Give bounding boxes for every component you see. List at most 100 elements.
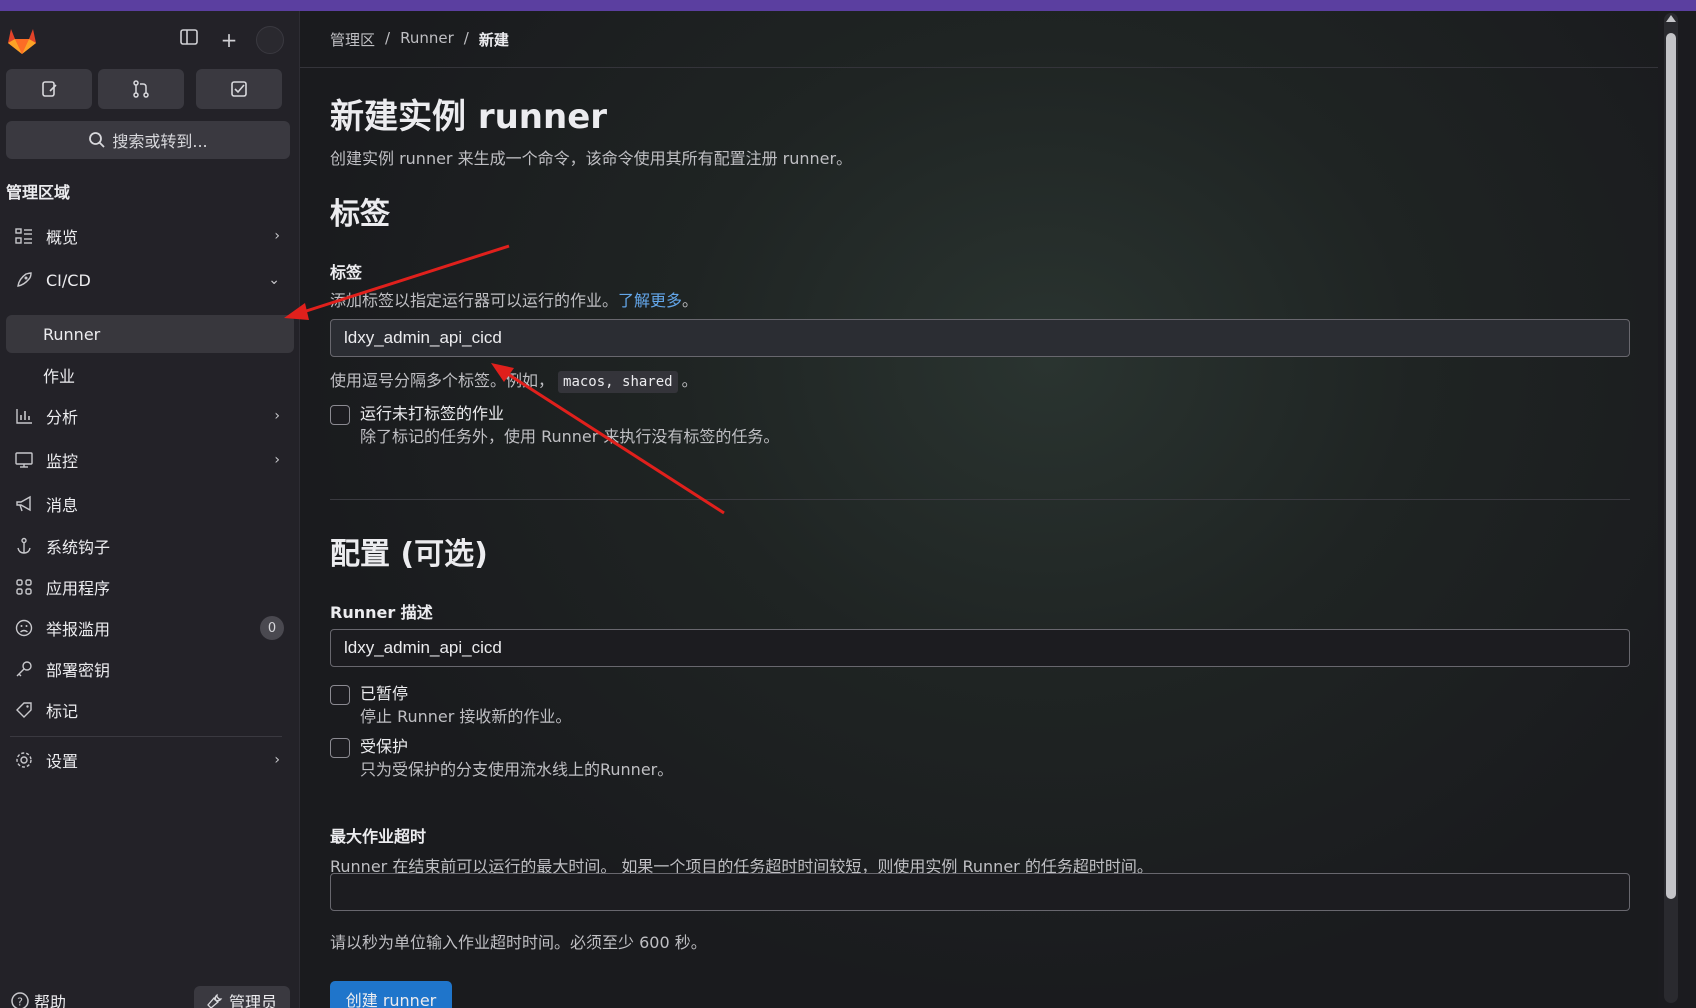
scroll-up-icon[interactable] xyxy=(1666,15,1676,22)
chevron-right-icon: › xyxy=(274,752,280,768)
avatar[interactable] xyxy=(256,26,284,54)
sidebar-item-cicd[interactable]: CI/CD ⌄ xyxy=(6,261,294,299)
run-untagged-option: 运行未打标签的作业 除了标记的任务外，使用 Runner 来执行没有标签的任务。 xyxy=(330,403,779,449)
breadcrumb-current: 新建 xyxy=(478,31,509,49)
sidebar-item-monitoring[interactable]: 监控 › xyxy=(6,441,294,479)
rocket-icon xyxy=(10,270,38,290)
tags-label: 标签 xyxy=(330,263,363,282)
sidebar-item-label: 作业 xyxy=(43,367,76,386)
protected-option: 受保护 只为受保护的分支使用流水线上的Runner。 xyxy=(330,736,673,782)
main-content: 管理区 / Runner / 新建 新建实例 runner 创建实例 runne… xyxy=(300,11,1658,1008)
sidebar-item-applications[interactable]: 应用程序 xyxy=(6,568,294,606)
run-untagged-description: 除了标记的任务外，使用 Runner 来执行没有标签的任务。 xyxy=(360,427,780,446)
sidebar-item-deploy-keys[interactable]: 部署密钥 xyxy=(6,650,294,688)
page-description: 创建实例 runner 来生成一个命令，该命令使用其所有配置注册 runner。 xyxy=(330,149,853,168)
section-divider xyxy=(330,499,1630,500)
search-icon xyxy=(89,132,105,148)
tags-hint-text: 使用逗号分隔多个标签。例如， xyxy=(330,371,555,390)
count-badge: 0 xyxy=(260,616,284,640)
sidebar-item-label: 举报滥用 xyxy=(46,620,111,639)
issues-button[interactable] xyxy=(6,69,92,109)
max-timeout-input[interactable] xyxy=(330,873,1630,911)
sidebar-item-label: 概览 xyxy=(46,228,79,247)
sidebar-item-label: 消息 xyxy=(46,496,79,515)
tags-help-end: 。 xyxy=(682,291,699,310)
create-new-icon[interactable]: + xyxy=(216,27,242,53)
scrollbar-thumb[interactable] xyxy=(1666,33,1676,899)
paused-option: 已暂停 停止 Runner 接收新的作业。 xyxy=(330,683,571,729)
help-label: 帮助 xyxy=(34,993,67,1008)
page-title: 新建实例 runner xyxy=(330,97,608,137)
todos-button[interactable] xyxy=(196,69,282,109)
paused-title: 已暂停 xyxy=(360,684,409,703)
admin-label: 管理员 xyxy=(228,993,277,1008)
sidebar-heading: 管理区域 xyxy=(6,183,71,202)
breadcrumb-item-runner[interactable]: Runner xyxy=(400,29,454,50)
help-button[interactable]: ? 帮助 xyxy=(10,989,66,1008)
sidebar-item-label: Runner xyxy=(43,324,101,344)
abuse-icon xyxy=(10,618,38,638)
chevron-right-icon: › xyxy=(274,228,280,244)
sidebar-item-label: CI/CD xyxy=(46,270,91,290)
max-timeout-label: 最大作业超时 xyxy=(330,827,427,846)
runner-description-label: Runner 描述 xyxy=(330,603,433,622)
breadcrumb-item-admin[interactable]: 管理区 xyxy=(330,29,375,50)
breadcrumb-separator: / xyxy=(385,29,391,47)
protected-title: 受保护 xyxy=(360,737,409,756)
sidebar-item-label: 监控 xyxy=(46,452,79,471)
runner-description-input[interactable] xyxy=(330,629,1630,667)
merge-requests-button[interactable] xyxy=(98,69,184,109)
tags-help-text: 添加标签以指定运行器可以运行的作业。 xyxy=(330,291,619,310)
search-button[interactable]: 搜索或转到... xyxy=(6,121,290,159)
sidebar: + 搜索或转到... 管理区域 概览 › CI/CD ⌄ Runner 作业 分… xyxy=(0,11,300,1008)
sidebar-item-label: 标记 xyxy=(46,702,79,721)
sidebar-item-label: 系统钩子 xyxy=(46,538,111,557)
key-icon xyxy=(10,659,38,679)
paused-description: 停止 Runner 接收新的作业。 xyxy=(360,707,572,726)
gitlab-logo-icon[interactable] xyxy=(6,25,38,55)
admin-button[interactable]: 管理员 xyxy=(194,986,290,1008)
anchor-icon xyxy=(10,536,38,556)
sidebar-item-system-hooks[interactable]: 系统钩子 xyxy=(6,527,294,565)
tags-hint-end: 。 xyxy=(681,371,698,390)
scrollbar[interactable] xyxy=(1658,11,1696,1008)
run-untagged-title: 运行未打标签的作业 xyxy=(360,404,505,423)
sidebar-item-jobs[interactable]: 作业 xyxy=(6,356,294,394)
config-section-heading: 配置 (可选) xyxy=(330,537,488,572)
settings-icon xyxy=(10,750,38,770)
paused-checkbox[interactable] xyxy=(330,685,350,705)
chart-icon xyxy=(10,406,38,426)
sidebar-item-analytics[interactable]: 分析 › xyxy=(6,397,294,435)
sidebar-divider xyxy=(10,736,282,737)
run-untagged-checkbox[interactable] xyxy=(330,405,350,425)
sidebar-item-label: 部署密钥 xyxy=(46,661,111,680)
megaphone-icon xyxy=(10,494,38,514)
sidebar-item-labels[interactable]: 标记 xyxy=(6,691,294,729)
sidebar-item-abuse-reports[interactable]: 举报滥用 0 xyxy=(6,609,294,647)
sidebar-item-label: 应用程序 xyxy=(46,579,111,598)
tags-section-heading: 标签 xyxy=(330,197,390,232)
protected-checkbox[interactable] xyxy=(330,738,350,758)
sidebar-item-messages[interactable]: 消息 xyxy=(6,485,294,523)
issues-icon xyxy=(42,81,57,97)
sidebar-item-label: 设置 xyxy=(46,752,79,771)
top-accent-bar xyxy=(0,0,1696,11)
sidebar-item-settings[interactable]: 设置 › xyxy=(6,741,294,779)
create-runner-button[interactable]: 创建 runner xyxy=(330,981,452,1008)
chevron-down-icon: ⌄ xyxy=(268,272,280,288)
toggle-sidebar-icon[interactable] xyxy=(176,27,202,53)
overview-icon xyxy=(10,226,38,246)
search-label: 搜索或转到... xyxy=(112,132,208,151)
help-icon: ? xyxy=(11,992,29,1008)
sidebar-item-runner[interactable]: Runner xyxy=(6,315,294,353)
todo-icon xyxy=(231,81,247,97)
tags-hint: 使用逗号分隔多个标签。例如， macos, shared。 xyxy=(330,367,698,393)
sidebar-item-overview[interactable]: 概览 › xyxy=(6,217,294,255)
chevron-right-icon: › xyxy=(274,452,280,468)
learn-more-link[interactable]: 了解更多 xyxy=(618,291,682,310)
tags-input[interactable] xyxy=(330,319,1630,357)
chevron-right-icon: › xyxy=(274,408,280,424)
svg-text:?: ? xyxy=(17,996,23,1008)
protected-description: 只为受保护的分支使用流水线上的Runner。 xyxy=(360,760,674,779)
sidebar-item-label: 分析 xyxy=(46,408,79,427)
